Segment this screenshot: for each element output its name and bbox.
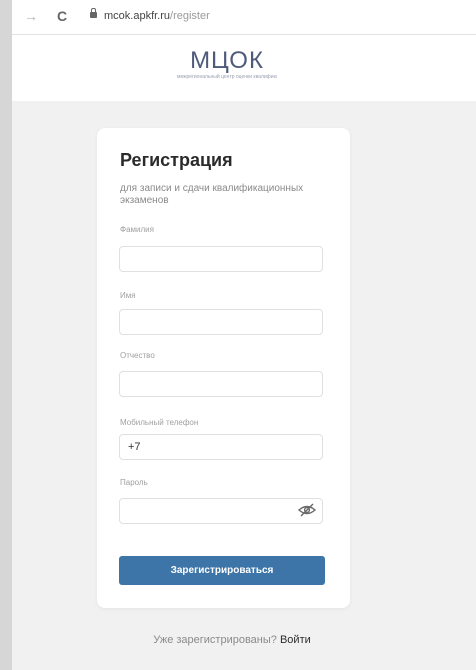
eye-slash-icon[interactable] xyxy=(297,502,317,518)
patronymic-label: Отчество xyxy=(120,351,155,360)
page-title: Регистрация xyxy=(120,150,233,170)
page-subtitle: для записи и сдачи квалификационных экза… xyxy=(120,183,304,206)
password-input[interactable] xyxy=(119,498,323,524)
phone-label: Мобильный телефон xyxy=(120,418,199,427)
password-label: Пароль xyxy=(120,478,148,487)
lock-icon[interactable] xyxy=(90,8,97,18)
site-logo[interactable]: МЦОК межрегиональный центр оценки квалиф… xyxy=(177,47,277,81)
first-name-input[interactable] xyxy=(119,309,323,335)
window-edge xyxy=(0,0,12,670)
login-link[interactable]: Войти xyxy=(280,634,311,646)
registration-card: Регистрация для записи и сдачи квалифика… xyxy=(97,128,350,608)
first-name-label: Имя xyxy=(120,291,136,300)
reload-icon[interactable]: C xyxy=(57,8,67,24)
phone-input[interactable] xyxy=(119,434,323,460)
patronymic-input[interactable] xyxy=(119,371,323,397)
address-bar[interactable]: mcok.apkfr.ru/register xyxy=(104,8,210,24)
login-prompt-text: Уже зарегистрированы? xyxy=(153,634,277,646)
surname-input[interactable] xyxy=(119,246,323,272)
url-host: mcok.apkfr.ru xyxy=(104,10,171,22)
site-header: МЦОК межрегиональный центр оценки квалиф… xyxy=(12,35,476,101)
logo-wordmark: МЦОК xyxy=(190,47,264,74)
login-prompt: Уже зарегистрированы? Войти xyxy=(12,634,452,646)
surname-label: Фамилия xyxy=(120,225,154,234)
forward-arrow-icon[interactable]: → xyxy=(24,8,38,24)
logo-tagline: межрегиональный центр оценки квалификаци… xyxy=(177,74,277,80)
url-path: /register xyxy=(170,10,210,22)
register-button[interactable]: Зарегистрироваться xyxy=(119,556,325,585)
browser-toolbar: → C mcok.apkfr.ru/register xyxy=(12,0,476,35)
